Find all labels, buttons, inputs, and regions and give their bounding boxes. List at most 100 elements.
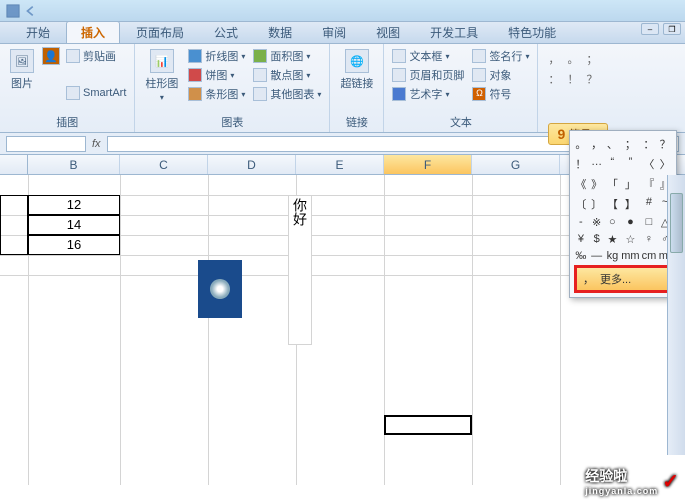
clipart-button[interactable]: 剪贴画	[64, 47, 128, 65]
symbol-item[interactable]: …	[590, 155, 604, 173]
hyperlink-button[interactable]: 🌐 超链接	[336, 47, 377, 114]
symbol-item[interactable]: —	[590, 249, 604, 263]
tab-review[interactable]: 审阅	[308, 22, 360, 43]
symbol-item[interactable]: ，	[590, 135, 604, 153]
symbol-item[interactable]: 《	[574, 175, 588, 193]
scatter-chart-button[interactable]: 散点图▾	[251, 66, 323, 84]
header-footer-button[interactable]: 页眉和页脚	[390, 66, 466, 84]
name-box[interactable]	[6, 136, 86, 152]
wordart-button[interactable]: 艺术字▾	[390, 85, 466, 103]
symbol-item[interactable]: 」	[621, 175, 639, 193]
ribbon: 🖼 图片 👤 剪贴画 SmartArt 插图 📊 柱形图▾ 折线图▾ 饼图▾	[0, 44, 685, 133]
scrollbar-thumb[interactable]	[670, 193, 683, 253]
tab-data[interactable]: 数据	[254, 22, 306, 43]
save-icon[interactable]	[6, 4, 20, 18]
symbol-item[interactable]: 〈	[642, 155, 657, 173]
symbol-item[interactable]: 、	[606, 135, 620, 153]
picture-button[interactable]: 🖼 图片	[6, 47, 38, 114]
tab-view[interactable]: 视图	[362, 22, 414, 43]
symbol-item[interactable]: 『	[642, 175, 657, 193]
object-button[interactable]: 对象	[470, 66, 531, 84]
symbol-item[interactable]: kg	[606, 249, 620, 263]
undo-icon[interactable]	[24, 4, 38, 18]
vertical-textbox[interactable]: 你好	[288, 195, 312, 345]
col-header-B[interactable]: B	[28, 155, 120, 174]
symbol-item[interactable]: mm	[621, 249, 639, 263]
symbol-item[interactable]: 】	[621, 195, 639, 213]
tab-layout[interactable]: 页面布局	[122, 22, 198, 43]
line-chart-button[interactable]: 折线图▾	[186, 47, 247, 65]
symbol-item[interactable]: ●	[621, 215, 639, 230]
symbol-item[interactable]: ☆	[621, 232, 639, 247]
group-links-label: 链接	[336, 114, 377, 132]
cell-b2[interactable]: 14	[28, 217, 120, 232]
cell-b3[interactable]: 16	[28, 237, 120, 252]
symbol-item[interactable]: ♀	[642, 232, 657, 247]
quick-access-toolbar	[6, 4, 38, 18]
col-header-D[interactable]: D	[208, 155, 296, 174]
group-text: 文本框▾ 页眉和页脚 艺术字▾ 签名行▾ 对象 Ω符号 文本	[384, 44, 538, 132]
symbol-item[interactable]: ”	[621, 155, 639, 173]
symbol-item[interactable]: ‰	[574, 249, 588, 263]
more-symbols-button[interactable]: ， 更多...	[574, 265, 672, 293]
hyperlink-icon: 🌐	[345, 49, 369, 73]
other-chart-button[interactable]: 其他图表▾	[251, 85, 323, 103]
symbol-item[interactable]: 〕	[590, 195, 604, 213]
smartart-icon	[66, 86, 80, 100]
textbox-icon	[392, 49, 406, 63]
person-icon[interactable]: 👤	[42, 47, 60, 65]
col-header-F[interactable]: F	[384, 155, 472, 174]
symbol-item[interactable]: 【	[606, 195, 620, 213]
symbol-item[interactable]: ：	[642, 135, 657, 153]
symbol-item[interactable]: 》	[590, 175, 604, 193]
minimize-button[interactable]: –	[641, 23, 659, 35]
symbol-preview2: ：！？	[544, 71, 612, 87]
clipart-icon	[66, 49, 80, 63]
signature-button[interactable]: 签名行▾	[470, 47, 531, 65]
symbol-item[interactable]: ¥	[574, 232, 588, 247]
symbol-item[interactable]: “	[606, 155, 620, 173]
symbol-item[interactable]: cm	[642, 249, 657, 263]
area-chart-button[interactable]: 面积图▾	[251, 47, 323, 65]
tab-formulas[interactable]: 公式	[200, 22, 252, 43]
symbol-item[interactable]: 〉	[658, 155, 672, 173]
symbol-item[interactable]: ！	[574, 155, 588, 173]
column-chart-label: 柱形图	[145, 75, 178, 91]
smartart-button[interactable]: SmartArt	[64, 85, 128, 101]
symbol-item[interactable]: ？	[658, 135, 672, 153]
row-header-border	[0, 195, 28, 255]
pie-chart-button[interactable]: 饼图▾	[186, 66, 247, 84]
group-charts-label: 图表	[141, 114, 323, 132]
col-header-E[interactable]: E	[296, 155, 384, 174]
vertical-scrollbar[interactable]	[667, 175, 685, 455]
col-header-C[interactable]: C	[120, 155, 208, 174]
col-header-G[interactable]: G	[472, 155, 560, 174]
tab-special[interactable]: 特色功能	[494, 22, 570, 43]
symbol-item[interactable]: $	[590, 232, 604, 247]
bar-chart-button[interactable]: 条形图▾	[186, 85, 247, 103]
symbol-item[interactable]: 〔	[574, 195, 588, 213]
active-cell[interactable]	[384, 415, 472, 435]
symbol-item[interactable]: #	[642, 195, 657, 213]
symbol-item[interactable]: ；	[621, 135, 639, 153]
fx-icon: fx	[92, 138, 101, 150]
symbol-item[interactable]: 。	[574, 135, 588, 153]
tab-home[interactable]: 开始	[12, 22, 64, 43]
select-all-corner[interactable]	[0, 155, 28, 174]
column-chart-button[interactable]: 📊 柱形图▾	[141, 47, 182, 114]
symbol-item[interactable]: -	[574, 215, 588, 230]
symbol-item[interactable]: ○	[606, 215, 620, 230]
symbol-dropdown-panel: 。，、；：？！…“”〈〉《》「」『』〔〕【】#~-※○●□△¥$★☆♀♂‰—kg…	[569, 130, 677, 298]
symbol-item[interactable]: ★	[606, 232, 620, 247]
group-links: 🌐 超链接 链接	[330, 44, 384, 132]
char-symbol-button[interactable]: Ω符号	[470, 85, 531, 103]
symbol-item[interactable]: ※	[590, 215, 604, 230]
restore-button[interactable]: ❐	[663, 23, 681, 35]
symbol-item[interactable]: 「	[606, 175, 620, 193]
textbox-button[interactable]: 文本框▾	[390, 47, 466, 65]
tab-insert[interactable]: 插入	[66, 21, 120, 43]
tab-developer[interactable]: 开发工具	[416, 22, 492, 43]
symbol-item[interactable]: □	[642, 215, 657, 230]
cell-b1[interactable]: 12	[28, 197, 120, 212]
inserted-picture[interactable]	[198, 260, 242, 318]
